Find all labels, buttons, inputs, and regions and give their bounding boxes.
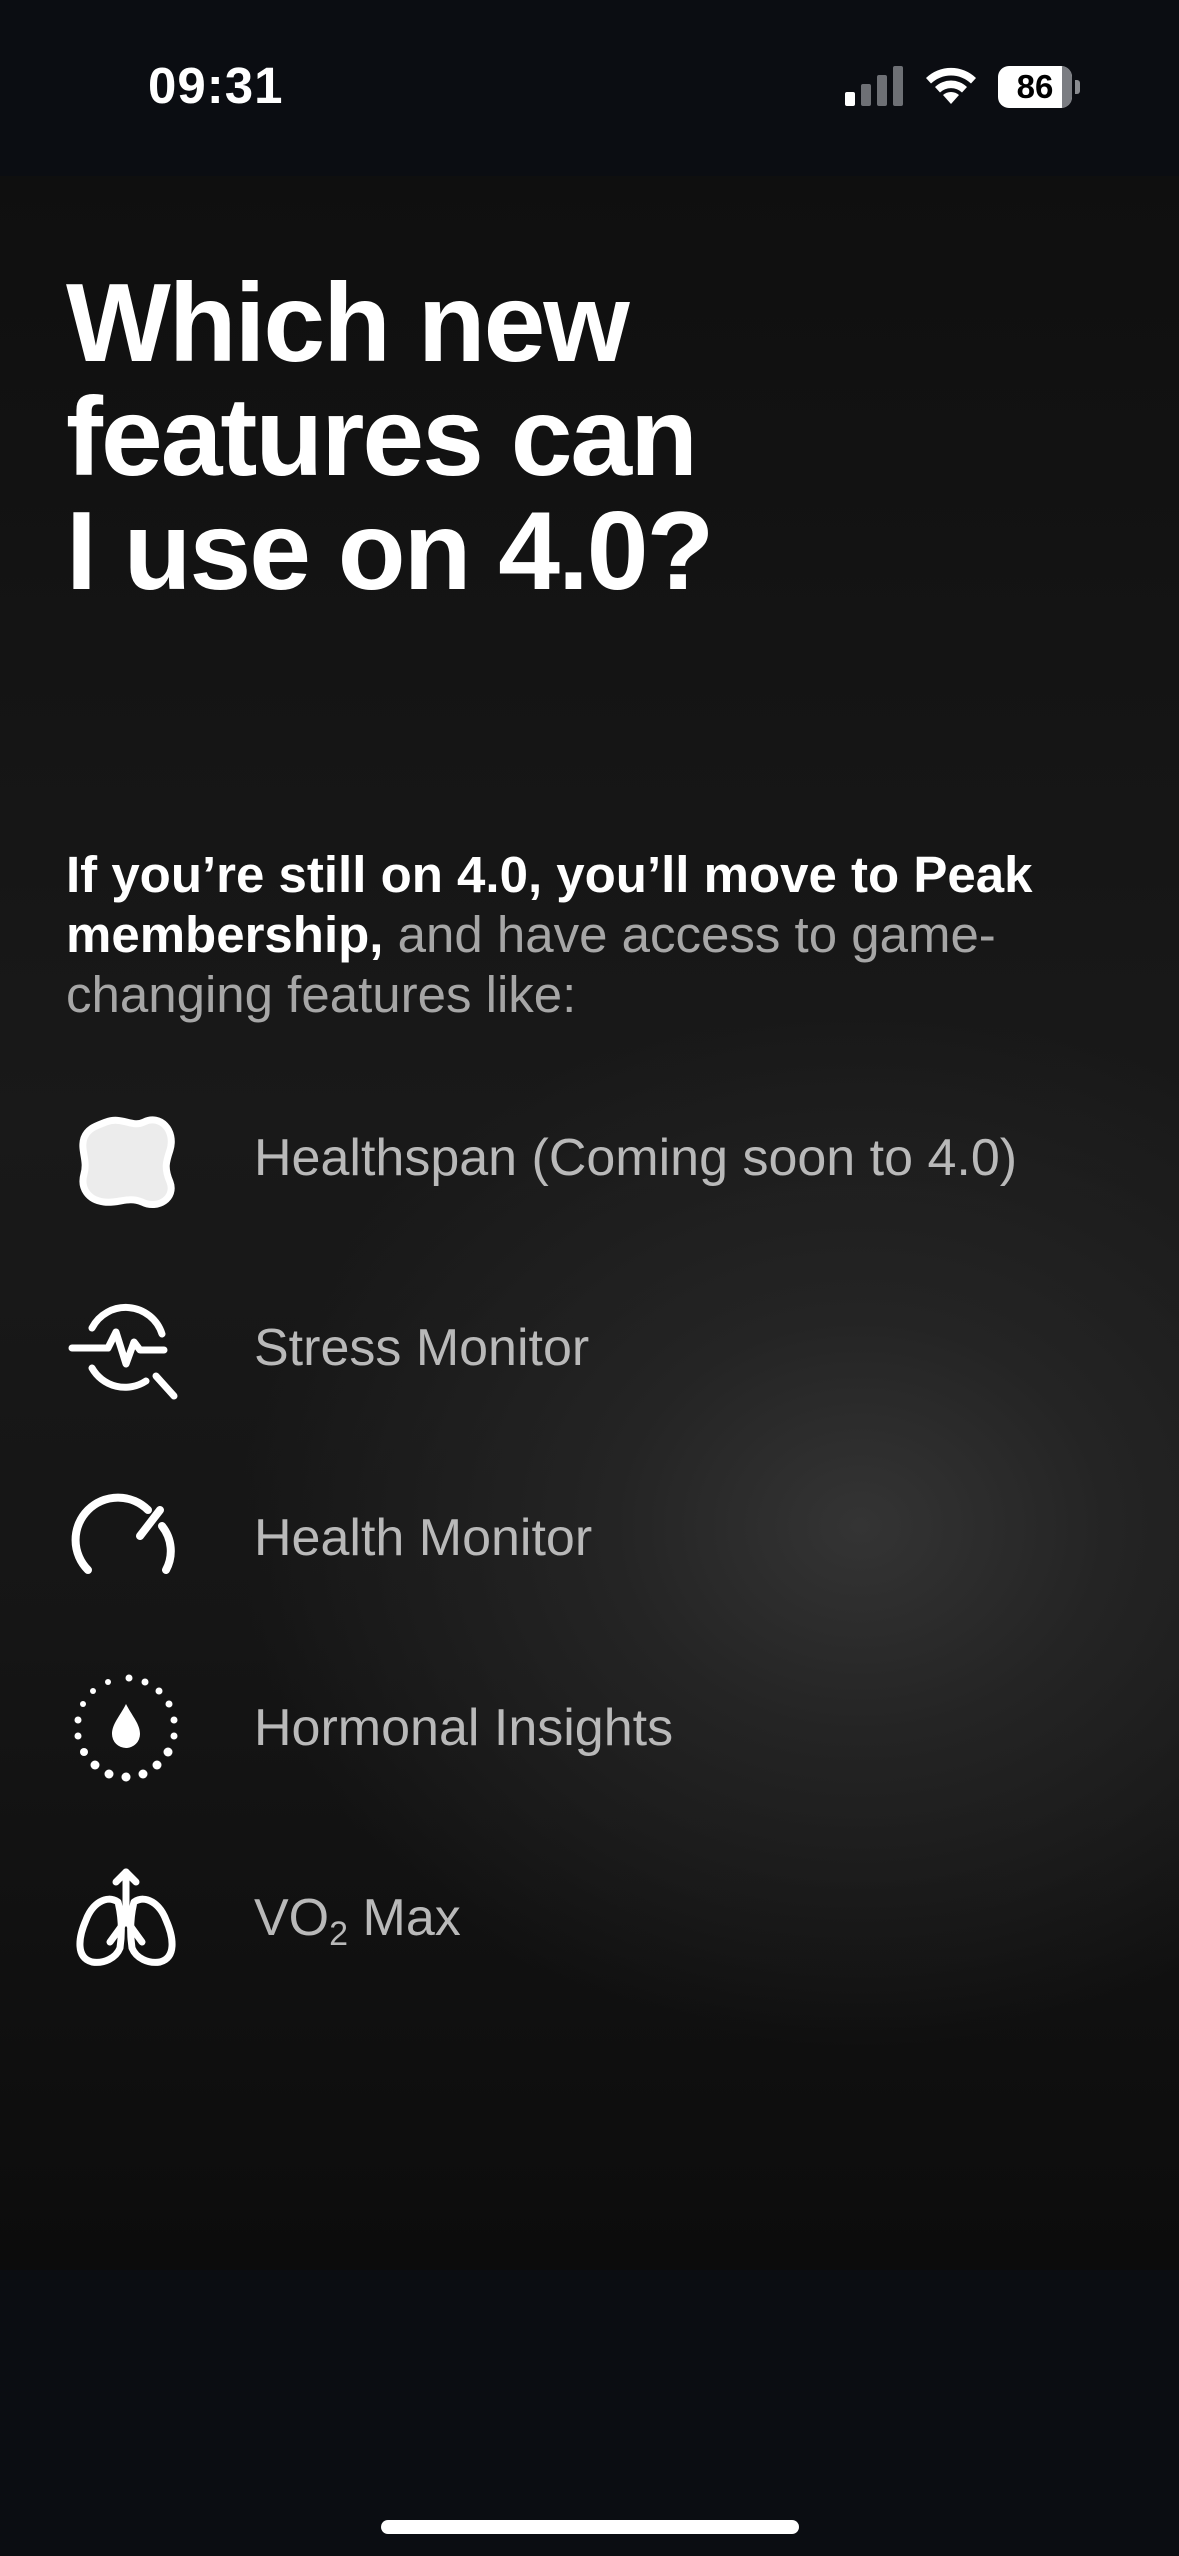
- feature-label: Healthspan (Coming soon to 4.0): [254, 1129, 1018, 1187]
- feature-item-hormonal-insights: Hormonal Insights: [66, 1668, 1156, 1788]
- feature-label: VO2 Max: [254, 1858, 461, 1978]
- home-indicator[interactable]: [381, 2520, 799, 2534]
- intro-text: If you’re still on 4.0, you’ll move to P…: [66, 845, 1126, 1025]
- healthspan-blob-icon: [79, 1116, 175, 1208]
- droplet-cycle-icon: [74, 1674, 178, 1782]
- gauge-icon: [71, 1493, 175, 1574]
- status-bar: 09:31 86: [0, 0, 1179, 176]
- battery-indicator: 86: [998, 66, 1082, 108]
- vo2-suffix: Max: [348, 1889, 461, 1947]
- feature-item-healthspan: Healthspan (Coming soon to 4.0): [66, 1098, 1156, 1218]
- battery-empty-segment: [1062, 66, 1072, 108]
- wifi-icon: [926, 67, 976, 104]
- cellular-signal-icon: [845, 66, 903, 106]
- feature-label: Stress Monitor: [254, 1319, 590, 1377]
- feature-label: Health Monitor: [254, 1509, 593, 1567]
- status-time: 09:31: [148, 57, 284, 114]
- page-title: Which new features can I use on 4.0?: [66, 261, 714, 613]
- stress-monitor-icon: [68, 1303, 178, 1400]
- battery-body: 86: [998, 66, 1072, 108]
- feature-item-stress-monitor: Stress Monitor: [66, 1288, 1156, 1408]
- vo2-prefix: VO: [254, 1889, 330, 1947]
- vo2-subscript: 2: [329, 1915, 349, 1953]
- feature-label: Hormonal Insights: [254, 1699, 674, 1757]
- battery-cap: [1075, 80, 1080, 94]
- feature-item-vo2-max: VO2 Max: [66, 1858, 1156, 1978]
- lungs-icon: [76, 1868, 176, 1966]
- battery-level-text: 86: [1016, 68, 1054, 105]
- feature-item-health-monitor: Health Monitor: [66, 1478, 1156, 1598]
